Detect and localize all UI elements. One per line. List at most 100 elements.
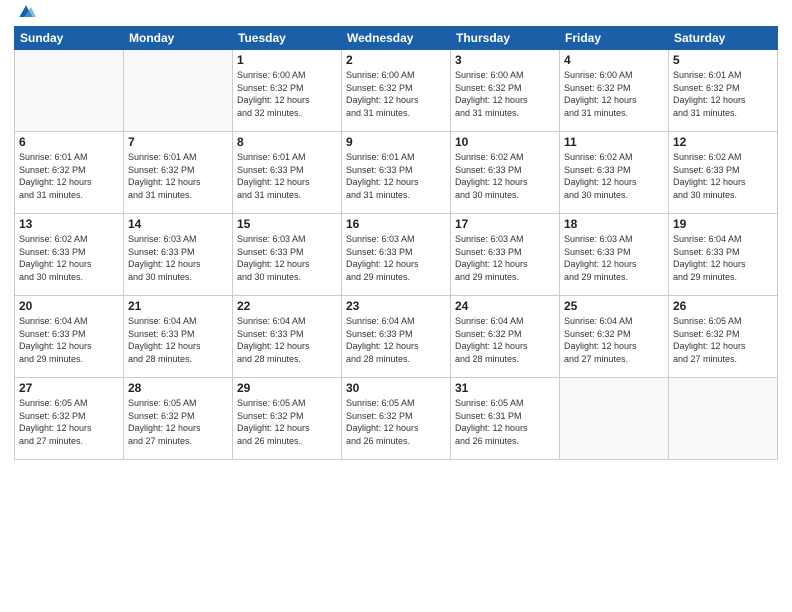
day-number: 29 bbox=[237, 381, 337, 395]
day-info: Sunrise: 6:01 AM Sunset: 6:32 PM Dayligh… bbox=[128, 151, 228, 201]
week-row-4: 20Sunrise: 6:04 AM Sunset: 6:33 PM Dayli… bbox=[15, 296, 778, 378]
weekday-header-row: SundayMondayTuesdayWednesdayThursdayFrid… bbox=[15, 27, 778, 50]
day-number: 16 bbox=[346, 217, 446, 231]
day-number: 31 bbox=[455, 381, 555, 395]
day-number: 27 bbox=[19, 381, 119, 395]
day-info: Sunrise: 6:00 AM Sunset: 6:32 PM Dayligh… bbox=[455, 69, 555, 119]
calendar-cell: 13 Sunrise: 6:02 AM Sunset: 6:33 PM Dayli… bbox=[15, 214, 124, 296]
calendar-cell bbox=[15, 50, 124, 132]
calendar-cell: 20Sunrise: 6:04 AM Sunset: 6:33 PM Dayli… bbox=[15, 296, 124, 378]
calendar-cell: 21 Sunrise: 6:04 AM Sunset: 6:33 PM Dayli… bbox=[124, 296, 233, 378]
day-info: Sunrise: 6:05 AM Sunset: 6:32 PM Dayligh… bbox=[128, 397, 228, 447]
header bbox=[14, 10, 778, 18]
day-number: 22 bbox=[237, 299, 337, 313]
calendar-cell bbox=[560, 378, 669, 460]
calendar-cell: 10 Sunrise: 6:02 AM Sunset: 6:33 PM Dayli… bbox=[451, 132, 560, 214]
calendar-cell: 29 Sunrise: 6:05 AM Sunset: 6:32 PM Dayli… bbox=[233, 378, 342, 460]
calendar-cell: 31 Sunrise: 6:05 AM Sunset: 6:31 PM Dayli… bbox=[451, 378, 560, 460]
week-row-1: 1Sunrise: 6:00 AM Sunset: 6:32 PM Daylig… bbox=[15, 50, 778, 132]
calendar-cell: 23Sunrise: 6:04 AM Sunset: 6:33 PM Dayli… bbox=[342, 296, 451, 378]
day-number: 17 bbox=[455, 217, 555, 231]
calendar-cell: 26 Sunrise: 6:05 AM Sunset: 6:32 PM Dayli… bbox=[669, 296, 778, 378]
day-number: 8 bbox=[237, 135, 337, 149]
day-info: Sunrise: 6:05 AM Sunset: 6:32 PM Dayligh… bbox=[673, 315, 773, 365]
day-number: 5 bbox=[673, 53, 773, 67]
calendar-cell: 18Sunrise: 6:03 AM Sunset: 6:33 PM Dayli… bbox=[560, 214, 669, 296]
calendar-cell: 8 Sunrise: 6:01 AM Sunset: 6:33 PM Daylig… bbox=[233, 132, 342, 214]
calendar-cell: 19Sunrise: 6:04 AM Sunset: 6:33 PM Dayli… bbox=[669, 214, 778, 296]
day-number: 21 bbox=[128, 299, 228, 313]
day-info: Sunrise: 6:04 AM Sunset: 6:33 PM Dayligh… bbox=[19, 315, 119, 365]
calendar-cell: 24 Sunrise: 6:04 AM Sunset: 6:32 PM Dayli… bbox=[451, 296, 560, 378]
day-info: Sunrise: 6:03 AM Sunset: 6:33 PM Dayligh… bbox=[455, 233, 555, 283]
day-number: 10 bbox=[455, 135, 555, 149]
day-info: Sunrise: 6:05 AM Sunset: 6:32 PM Dayligh… bbox=[237, 397, 337, 447]
day-info: Sunrise: 6:02 AM Sunset: 6:33 PM Dayligh… bbox=[455, 151, 555, 201]
calendar-cell: 17 Sunrise: 6:03 AM Sunset: 6:33 PM Dayli… bbox=[451, 214, 560, 296]
calendar-cell: 14 Sunrise: 6:03 AM Sunset: 6:33 PM Dayli… bbox=[124, 214, 233, 296]
calendar-cell: 6 Sunrise: 6:01 AM Sunset: 6:32 PM Daylig… bbox=[15, 132, 124, 214]
day-number: 12 bbox=[673, 135, 773, 149]
weekday-tuesday: Tuesday bbox=[233, 27, 342, 50]
day-number: 3 bbox=[455, 53, 555, 67]
day-info: Sunrise: 6:04 AM Sunset: 6:33 PM Dayligh… bbox=[346, 315, 446, 365]
weekday-wednesday: Wednesday bbox=[342, 27, 451, 50]
day-info: Sunrise: 6:04 AM Sunset: 6:32 PM Dayligh… bbox=[564, 315, 664, 365]
weekday-thursday: Thursday bbox=[451, 27, 560, 50]
calendar-cell bbox=[124, 50, 233, 132]
day-info: Sunrise: 6:03 AM Sunset: 6:33 PM Dayligh… bbox=[237, 233, 337, 283]
day-number: 19 bbox=[673, 217, 773, 231]
calendar-cell: 1Sunrise: 6:00 AM Sunset: 6:32 PM Daylig… bbox=[233, 50, 342, 132]
calendar-cell: 11 Sunrise: 6:02 AM Sunset: 6:33 PM Dayli… bbox=[560, 132, 669, 214]
calendar-cell: 9 Sunrise: 6:01 AM Sunset: 6:33 PM Daylig… bbox=[342, 132, 451, 214]
calendar-cell: 28 Sunrise: 6:05 AM Sunset: 6:32 PM Dayli… bbox=[124, 378, 233, 460]
day-info: Sunrise: 6:02 AM Sunset: 6:33 PM Dayligh… bbox=[673, 151, 773, 201]
day-info: Sunrise: 6:02 AM Sunset: 6:33 PM Dayligh… bbox=[564, 151, 664, 201]
day-number: 14 bbox=[128, 217, 228, 231]
week-row-5: 27 Sunrise: 6:05 AM Sunset: 6:32 PM Dayli… bbox=[15, 378, 778, 460]
day-info: Sunrise: 6:04 AM Sunset: 6:33 PM Dayligh… bbox=[128, 315, 228, 365]
day-number: 28 bbox=[128, 381, 228, 395]
day-info: Sunrise: 6:05 AM Sunset: 6:32 PM Dayligh… bbox=[346, 397, 446, 447]
weekday-saturday: Saturday bbox=[669, 27, 778, 50]
calendar-cell: 3 Sunrise: 6:00 AM Sunset: 6:32 PM Daylig… bbox=[451, 50, 560, 132]
day-number: 26 bbox=[673, 299, 773, 313]
day-info: Sunrise: 6:03 AM Sunset: 6:33 PM Dayligh… bbox=[346, 233, 446, 283]
logo-text bbox=[14, 10, 36, 18]
calendar-cell: 12 Sunrise: 6:02 AM Sunset: 6:33 PM Dayli… bbox=[669, 132, 778, 214]
day-number: 6 bbox=[19, 135, 119, 149]
calendar-cell: 2Sunrise: 6:00 AM Sunset: 6:32 PM Daylig… bbox=[342, 50, 451, 132]
weekday-friday: Friday bbox=[560, 27, 669, 50]
day-number: 15 bbox=[237, 217, 337, 231]
logo-icon bbox=[16, 2, 36, 22]
calendar-cell: 15 Sunrise: 6:03 AM Sunset: 6:33 PM Dayli… bbox=[233, 214, 342, 296]
day-info: Sunrise: 6:05 AM Sunset: 6:31 PM Dayligh… bbox=[455, 397, 555, 447]
day-number: 9 bbox=[346, 135, 446, 149]
day-number: 11 bbox=[564, 135, 664, 149]
day-info: Sunrise: 6:00 AM Sunset: 6:32 PM Dayligh… bbox=[237, 69, 337, 119]
day-number: 13 bbox=[19, 217, 119, 231]
day-number: 18 bbox=[564, 217, 664, 231]
day-number: 24 bbox=[455, 299, 555, 313]
week-row-3: 13 Sunrise: 6:02 AM Sunset: 6:33 PM Dayli… bbox=[15, 214, 778, 296]
calendar-cell: 7Sunrise: 6:01 AM Sunset: 6:32 PM Daylig… bbox=[124, 132, 233, 214]
calendar-cell: 30 Sunrise: 6:05 AM Sunset: 6:32 PM Dayli… bbox=[342, 378, 451, 460]
day-info: Sunrise: 6:01 AM Sunset: 6:32 PM Dayligh… bbox=[19, 151, 119, 201]
day-info: Sunrise: 6:01 AM Sunset: 6:33 PM Dayligh… bbox=[346, 151, 446, 201]
day-number: 30 bbox=[346, 381, 446, 395]
day-info: Sunrise: 6:03 AM Sunset: 6:33 PM Dayligh… bbox=[128, 233, 228, 283]
day-number: 4 bbox=[564, 53, 664, 67]
calendar-cell: 25Sunrise: 6:04 AM Sunset: 6:32 PM Dayli… bbox=[560, 296, 669, 378]
calendar-cell: 22 Sunrise: 6:04 AM Sunset: 6:33 PM Dayli… bbox=[233, 296, 342, 378]
day-info: Sunrise: 6:02 AM Sunset: 6:33 PM Dayligh… bbox=[19, 233, 119, 283]
day-info: Sunrise: 6:04 AM Sunset: 6:32 PM Dayligh… bbox=[455, 315, 555, 365]
week-row-2: 6 Sunrise: 6:01 AM Sunset: 6:32 PM Daylig… bbox=[15, 132, 778, 214]
day-info: Sunrise: 6:01 AM Sunset: 6:32 PM Dayligh… bbox=[673, 69, 773, 119]
calendar-cell: 27Sunrise: 6:05 AM Sunset: 6:32 PM Dayli… bbox=[15, 378, 124, 460]
day-info: Sunrise: 6:00 AM Sunset: 6:32 PM Dayligh… bbox=[564, 69, 664, 119]
calendar-cell: 5 Sunrise: 6:01 AM Sunset: 6:32 PM Daylig… bbox=[669, 50, 778, 132]
calendar-cell: 4 Sunrise: 6:00 AM Sunset: 6:32 PM Daylig… bbox=[560, 50, 669, 132]
day-info: Sunrise: 6:01 AM Sunset: 6:33 PM Dayligh… bbox=[237, 151, 337, 201]
day-number: 2 bbox=[346, 53, 446, 67]
day-info: Sunrise: 6:04 AM Sunset: 6:33 PM Dayligh… bbox=[237, 315, 337, 365]
